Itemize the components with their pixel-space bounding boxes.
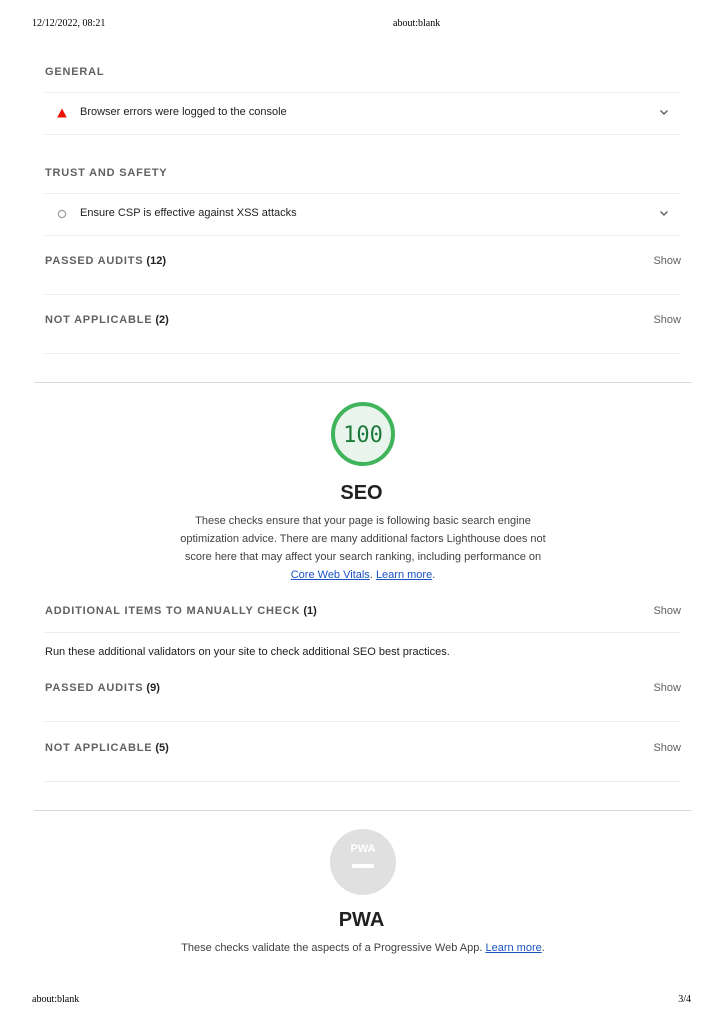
show-button[interactable]: Show [653, 605, 681, 617]
pwa-badge-text: PWA [350, 843, 375, 855]
manual-check-description: Run these additional validators on your … [45, 646, 450, 658]
seo-description: These checks ensure that your page is fo… [180, 515, 546, 581]
clump-passed-audits[interactable]: PASSED AUDITS (12) Show [45, 235, 681, 295]
clump-count: (2) [155, 314, 169, 326]
info-circle-icon [57, 209, 67, 219]
clump-passed-audits[interactable]: PASSED AUDITS (9) Show [45, 662, 681, 722]
chevron-down-icon[interactable] [659, 107, 669, 117]
clump-not-applicable[interactable]: NOT APPLICABLE (5) Show [45, 722, 681, 782]
audit-title: Browser errors were logged to the consol… [80, 106, 287, 118]
learn-more-link[interactable]: Learn more [485, 942, 541, 954]
clump-label: NOT APPLICABLE (2) [45, 314, 169, 326]
print-url: about:blank [393, 18, 441, 29]
show-button[interactable]: Show [653, 682, 681, 694]
chevron-down-icon[interactable] [659, 208, 669, 218]
pwa-title: PWA [338, 909, 385, 931]
section-divider [34, 382, 692, 383]
audit-console-errors[interactable]: Browser errors were logged to the consol… [45, 92, 681, 135]
clump-count: (1) [303, 605, 317, 617]
print-footer-url: about:blank [32, 994, 80, 1005]
audit-csp-xss[interactable]: Ensure CSP is effective against XSS atta… [45, 193, 681, 236]
print-footer: about:blank 3/4 [32, 994, 691, 1008]
show-button[interactable]: Show [653, 742, 681, 754]
learn-more-link[interactable]: Learn more [376, 569, 432, 581]
clump-not-applicable[interactable]: NOT APPLICABLE (2) Show [45, 294, 681, 354]
show-button[interactable]: Show [653, 314, 681, 326]
group-title-general: GENERAL [45, 66, 105, 78]
section-divider [34, 810, 692, 811]
clump-count: (12) [146, 255, 166, 267]
clump-label: PASSED AUDITS (9) [45, 682, 160, 694]
seo-score-value: 100 [343, 423, 383, 448]
pwa-dash-icon [352, 864, 374, 868]
pwa-badge-gauge[interactable]: PWA [330, 829, 396, 895]
clump-label: ADDITIONAL ITEMS TO MANUALLY CHECK (1) [45, 605, 317, 617]
seo-title: SEO [340, 482, 383, 504]
clump-label: NOT APPLICABLE (5) [45, 742, 169, 754]
print-page-number: 3/4 [678, 994, 691, 1005]
seo-score-gauge[interactable]: 100 [330, 401, 396, 467]
clump-manual-check[interactable]: ADDITIONAL ITEMS TO MANUALLY CHECK (1) Sh… [45, 584, 681, 633]
core-web-vitals-link[interactable]: Core Web Vitals [291, 569, 370, 581]
clump-count: (5) [155, 742, 169, 754]
group-title-trust: TRUST AND SAFETY [45, 167, 168, 179]
audit-title: Ensure CSP is effective against XSS atta… [80, 207, 297, 219]
print-header: 12/12/2022, 08:21 about:blank [32, 18, 691, 32]
pwa-description: These checks validate the aspects of a P… [181, 942, 545, 954]
clump-count: (9) [146, 682, 160, 694]
clump-label: PASSED AUDITS (12) [45, 255, 166, 267]
print-datetime: 12/12/2022, 08:21 [32, 18, 106, 29]
fail-triangle-icon [57, 108, 67, 118]
show-button[interactable]: Show [653, 255, 681, 267]
